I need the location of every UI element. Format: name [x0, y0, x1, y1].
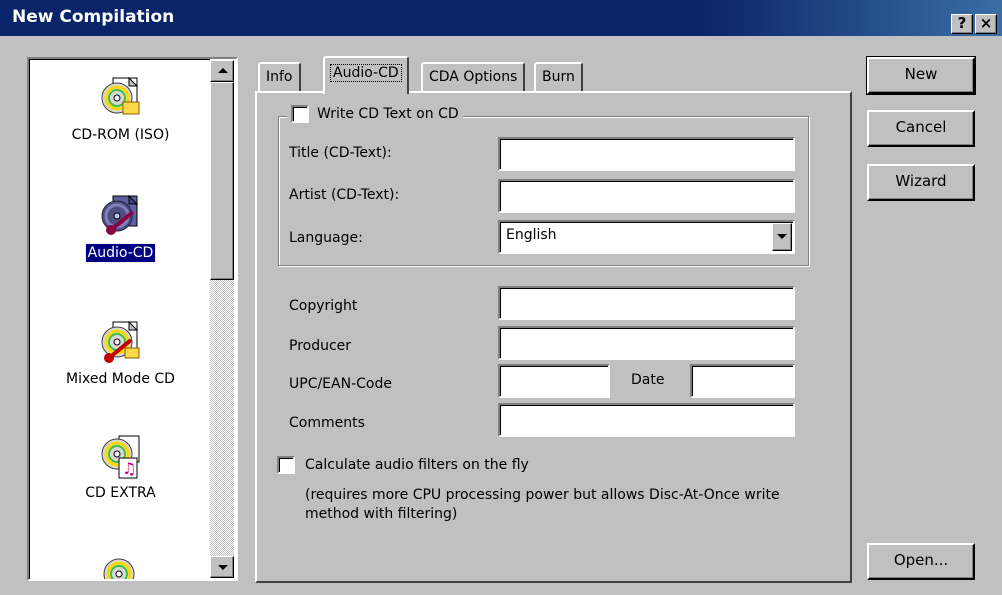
list-item-cd-rom-iso[interactable]: CD-ROM (ISO) [30, 74, 211, 144]
list-item-mixed-mode-cd[interactable]: Mixed Mode CD [30, 318, 211, 388]
title-bar: New Compilation ? × [0, 0, 1002, 36]
copyright-field[interactable] [498, 286, 795, 320]
artist-field[interactable] [498, 179, 795, 213]
scroll-down-button[interactable] [210, 556, 234, 578]
list-item-cd[interactable] [30, 550, 211, 579]
date-label: Date [631, 372, 665, 388]
list-item-label: Audio-CD [84, 243, 157, 263]
arrow-down-icon [218, 565, 228, 570]
new-button[interactable]: New [866, 56, 976, 95]
comments-field[interactable] [498, 403, 795, 437]
tab-cda-options[interactable]: CDA Options [421, 62, 526, 92]
tab-burn[interactable]: Burn [534, 62, 583, 92]
language-dropdown-button[interactable] [772, 223, 792, 251]
upc-field[interactable] [498, 364, 610, 398]
language-label: Language: [289, 230, 363, 246]
write-cd-text-checkbox[interactable] [291, 105, 309, 123]
cd-rom-iso-icon [101, 76, 139, 115]
comments-label: Comments [289, 415, 365, 431]
list-item-label: Mixed Mode CD [66, 371, 175, 387]
cancel-button[interactable]: Cancel [867, 110, 975, 147]
scroll-up-button[interactable] [210, 60, 234, 82]
cd-icon [103, 558, 134, 579]
tab-label: Audio-CD [330, 64, 402, 82]
artist-label: Artist (CD-Text): [289, 187, 400, 203]
svg-text:♫: ♫ [122, 459, 136, 478]
compilation-type-list[interactable]: CD-ROM (ISO) Audio-CD Mixed Mode CD ♫ CD… [27, 57, 238, 581]
calc-filters-label: Calculate audio filters on the fly [305, 457, 529, 473]
help-button[interactable]: ? [951, 14, 973, 34]
window-title: New Compilation [12, 7, 175, 27]
copyright-label: Copyright [289, 298, 358, 314]
title-label: Title (CD-Text): [289, 145, 392, 161]
tab-label: CDA Options [429, 69, 518, 85]
date-field[interactable] [690, 364, 795, 398]
list-item-label: CD EXTRA [85, 485, 156, 501]
open-button[interactable]: Open... [867, 543, 975, 580]
tab-audio-cd[interactable]: Audio-CD [323, 56, 409, 94]
mixed-mode-cd-icon [101, 320, 139, 363]
audio-cd-panel: Write CD Text on CD Title (CD-Text): Art… [255, 91, 852, 583]
arrow-up-icon [218, 68, 228, 73]
calc-filters-checkbox[interactable] [277, 456, 295, 474]
upc-label: UPC/EAN-Code [289, 376, 392, 392]
cd-extra-icon: ♫ [101, 435, 139, 479]
calc-filters-note: (requires more CPU processing power but … [305, 487, 780, 522]
wizard-button[interactable]: Wizard [867, 164, 975, 201]
list-item-cd-extra[interactable]: ♫ CD EXTRA [30, 432, 211, 502]
list-item-audio-cd[interactable]: Audio-CD [30, 192, 211, 263]
title-field[interactable] [498, 137, 795, 171]
tab-info[interactable]: Info [258, 62, 301, 92]
scroll-thumb[interactable] [210, 82, 234, 280]
language-value: English [506, 227, 557, 243]
calc-filters-option[interactable]: Calculate audio filters on the fly [277, 456, 529, 474]
chevron-down-icon [777, 234, 787, 239]
producer-field[interactable] [498, 326, 795, 360]
write-cd-text-label: Write CD Text on CD [317, 106, 459, 122]
tab-label: Info [266, 69, 293, 85]
close-button[interactable]: × [975, 14, 997, 34]
tab-label: Burn [542, 69, 575, 85]
write-cd-text-option[interactable]: Write CD Text on CD [287, 105, 463, 123]
list-item-label: CD-ROM (ISO) [71, 127, 170, 143]
audio-cd-icon [101, 194, 138, 235]
list-scrollbar[interactable] [210, 60, 234, 578]
producer-label: Producer [289, 338, 352, 354]
language-select[interactable]: English [498, 220, 795, 254]
